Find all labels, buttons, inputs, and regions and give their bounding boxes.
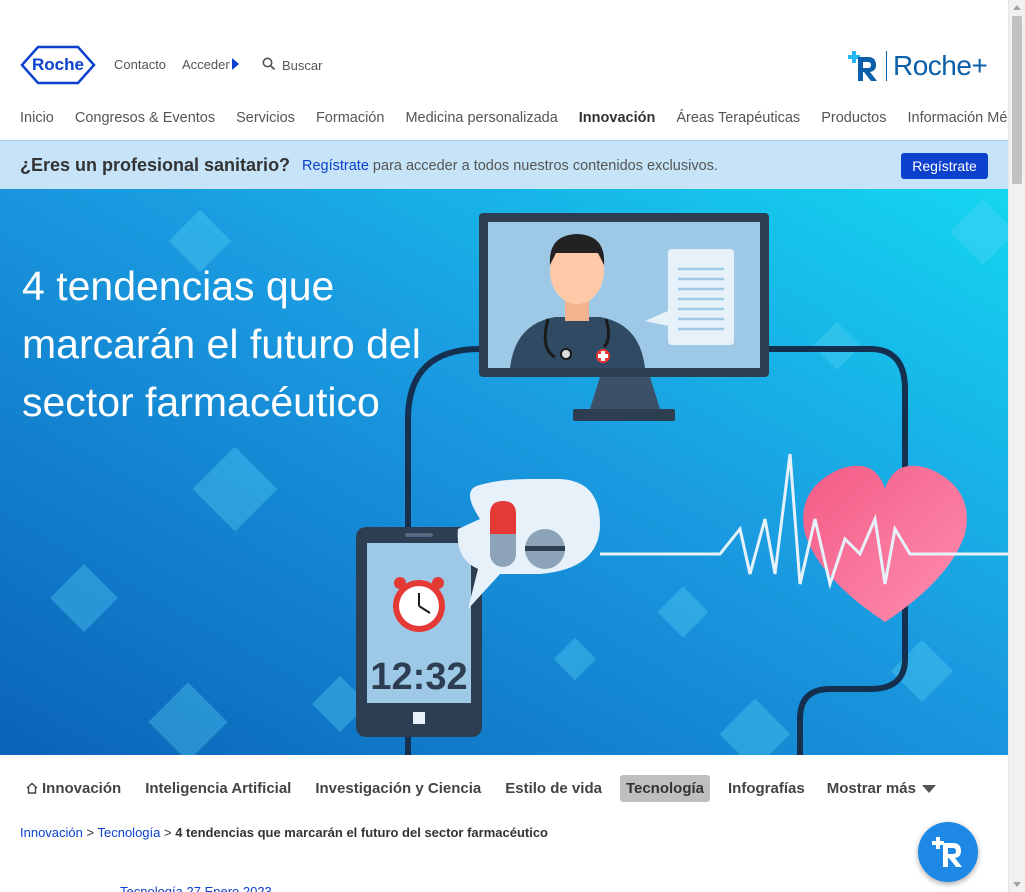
tab-estilo-de-vida[interactable]: Estilo de vida — [499, 775, 608, 802]
banner-register-link[interactable]: Regístrate — [302, 158, 369, 174]
chevron-down-icon — [921, 785, 936, 793]
category-tabs: Innovación Inteligencia Artificial Inves… — [20, 773, 936, 803]
roche-plus-logo[interactable]: Roche+ — [846, 48, 988, 84]
banner-description: para acceder a todos nuestros contenidos… — [368, 158, 718, 174]
banner-title: ¿Eres un profesional sanitario? — [20, 155, 291, 175]
acceder-link[interactable]: Acceder — [182, 57, 230, 72]
home-icon — [26, 782, 38, 794]
mostrar-mas-label: Mostrar más — [826, 779, 916, 797]
breadcrumb-separator: > — [160, 825, 176, 840]
nav-item-inicio[interactable]: Inicio — [20, 110, 54, 126]
page-scrollbar[interactable] — [1008, 0, 1025, 892]
tab-infografias[interactable]: Infografías — [722, 775, 811, 802]
breadcrumb: Innovación > Tecnología > 4 tendencias q… — [20, 825, 548, 840]
search-label[interactable]: Buscar — [282, 58, 322, 73]
hero-image: 12:32 4 tendencias que marcarán el futur… — [0, 189, 1008, 755]
roche-plus-text: Roche+ — [893, 50, 988, 81]
register-button[interactable]: Regístrate — [901, 153, 988, 179]
roche-logo[interactable]: Roche — [20, 45, 96, 85]
breadcrumb-current: 4 tendencias que marcarán el futuro del … — [175, 825, 548, 840]
tab-innovacion[interactable]: Innovación — [20, 775, 127, 802]
scrollbar-thumb[interactable] — [1012, 16, 1022, 184]
logo-text: Roche — [32, 55, 84, 74]
nav-item-medicina-personalizada[interactable]: Medicina personalizada — [405, 110, 557, 126]
scroll-down-icon[interactable] — [1013, 882, 1021, 887]
scroll-up-icon[interactable] — [1013, 5, 1021, 10]
nav-item-innovacion[interactable]: Innovación — [579, 110, 656, 126]
breadcrumb-separator: > — [82, 825, 98, 840]
nav-item-congresos[interactable]: Congresos & Eventos — [75, 110, 215, 126]
banner-text: Regístrate para acceder a todos nuestros… — [302, 158, 718, 174]
tab-innovacion-label: Innovación — [42, 779, 122, 797]
breadcrumb-tecnologia[interactable]: Tecnología — [97, 825, 160, 840]
tab-investigacion-ciencia[interactable]: Investigación y Ciencia — [309, 775, 487, 802]
tab-inteligencia-artificial[interactable]: Inteligencia Artificial — [139, 775, 297, 802]
tab-tecnologia[interactable]: Tecnología — [619, 774, 711, 802]
nav-item-areas-terapeuticas[interactable]: Áreas Terapéuticas — [676, 110, 800, 126]
roche-plus-divider — [886, 51, 887, 81]
site-header: Roche Contacto Acceder Buscar Roche+ Ini… — [0, 0, 1025, 140]
phone-clock-text: 12:32 — [370, 656, 467, 698]
mostrar-mas-button[interactable]: Mostrar más — [827, 780, 936, 797]
breadcrumb-innovacion[interactable]: Innovación — [20, 825, 83, 840]
nav-item-formacion[interactable]: Formación — [316, 110, 385, 126]
nav-item-productos[interactable]: Productos — [821, 110, 886, 126]
main-nav: Inicio Congresos & Eventos Servicios For… — [20, 110, 1025, 126]
contacto-link[interactable]: Contacto — [114, 57, 166, 72]
roche-plus-icon — [932, 837, 962, 867]
roche-plus-icon — [848, 51, 877, 81]
search-icon[interactable] — [262, 57, 276, 71]
nav-item-servicios[interactable]: Servicios — [236, 110, 295, 126]
hero-title: 4 tendencias que marcarán el futuro del … — [22, 263, 421, 425]
roche-plus-fab[interactable] — [918, 822, 978, 882]
professional-banner: ¿Eres un profesional sanitario? Regístra… — [0, 140, 1008, 189]
caret-right-icon — [232, 58, 239, 70]
article-meta: Tecnología 27 Enero 2023 — [120, 884, 272, 892]
